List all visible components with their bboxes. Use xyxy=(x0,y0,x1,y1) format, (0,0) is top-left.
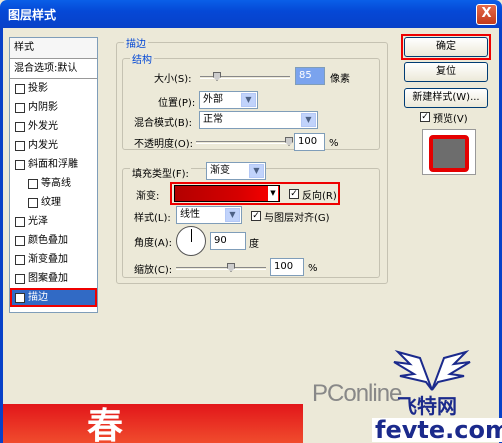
align-checkbox[interactable]: ✓ xyxy=(251,211,261,221)
style-select[interactable]: 线性 ▼ xyxy=(176,206,242,224)
preview-checkbox-row[interactable]: ✓ 预览(V) xyxy=(420,107,468,127)
opacity-label: 不透明度(O): xyxy=(134,138,194,150)
style-item-11[interactable]: ✓ 描边 xyxy=(10,288,97,307)
style-item-2[interactable]: 外发光 xyxy=(10,117,97,136)
scale-unit: % xyxy=(308,262,318,274)
angle-label: 角度(A): xyxy=(134,237,173,249)
style-preview xyxy=(422,129,476,175)
style-item-8[interactable]: 颜色叠加 xyxy=(10,231,97,250)
opacity-slider[interactable] xyxy=(196,141,290,144)
blend-mode-select[interactable]: 正常 ▼ xyxy=(199,111,318,129)
angle-needle xyxy=(191,229,192,242)
style-item-6[interactable]: 纹理 xyxy=(10,193,97,212)
close-button[interactable]: X xyxy=(476,4,497,25)
title-bar: 图层样式 X xyxy=(0,0,502,28)
window-title: 图层样式 xyxy=(8,8,57,22)
opacity-input[interactable]: 100 xyxy=(294,133,325,151)
opacity-unit: % xyxy=(329,137,339,149)
style-item-3[interactable]: 内发光 xyxy=(10,136,97,155)
gradient-highlight xyxy=(170,182,340,205)
red-banner: 春 xyxy=(3,404,303,443)
preview-checkbox[interactable]: ✓ xyxy=(420,112,430,122)
chevron-down-icon: ▼ xyxy=(225,208,240,222)
scale-slider[interactable] xyxy=(176,267,266,270)
size-input[interactable]: 85 xyxy=(295,67,325,85)
ok-highlight xyxy=(401,34,491,60)
style-item-1[interactable]: 内阴影 xyxy=(10,98,97,117)
style-item-checkbox[interactable] xyxy=(15,159,25,170)
style-item-checkbox[interactable] xyxy=(15,140,25,151)
blend-mode-label: 混合模式(B): xyxy=(134,117,193,129)
style-item-label: 内发光 xyxy=(28,140,58,151)
style-item-label: 图案叠加 xyxy=(28,273,68,284)
new-style-button[interactable]: 新建样式(W)... xyxy=(404,88,488,108)
position-select[interactable]: 外部 ▼ xyxy=(199,91,258,109)
style-item-10[interactable]: 图案叠加 xyxy=(10,269,97,288)
scale-input[interactable]: 100 xyxy=(270,258,304,276)
gradient-label: 渐变: xyxy=(136,190,160,202)
style-item-label: 纹理 xyxy=(41,197,61,208)
style-item-label: 投影 xyxy=(28,83,48,94)
style-item-5[interactable]: 等高线 xyxy=(10,174,97,193)
style-item-0[interactable]: 投影 xyxy=(10,79,97,98)
style-item-checkbox[interactable] xyxy=(15,254,25,265)
style-item-label: 等高线 xyxy=(41,178,71,189)
style-item-checkbox[interactable] xyxy=(15,216,25,227)
style-item-label: 光泽 xyxy=(28,216,48,227)
scale-label: 缩放(C): xyxy=(134,264,173,276)
chevron-down-icon: ▼ xyxy=(241,93,256,107)
feite-watermark: 飞特网 xyxy=(397,394,457,418)
stroke-group-title: 描边 xyxy=(124,35,148,50)
style-item-label: 颜色叠加 xyxy=(28,235,68,246)
blend-options-item[interactable]: 混合选项:默认 xyxy=(10,59,97,79)
style-value: 线性 xyxy=(180,209,200,220)
preview-swatch xyxy=(429,135,469,172)
style-item-label: 内阴影 xyxy=(28,102,58,113)
style-item-checkbox[interactable] xyxy=(15,121,25,132)
style-item-label: 外发光 xyxy=(28,121,58,132)
style-item-4[interactable]: 斜面和浮雕 xyxy=(10,155,97,174)
style-item-checkbox[interactable] xyxy=(15,235,25,246)
style-item-checkbox[interactable] xyxy=(15,102,25,113)
style-item-checkbox[interactable] xyxy=(28,178,38,189)
style-item-label: 斜面和浮雕 xyxy=(28,159,78,170)
url-watermark: fevte.com xyxy=(372,418,502,442)
styles-header[interactable]: 样式 xyxy=(10,38,97,59)
angle-dial[interactable] xyxy=(176,226,206,256)
fill-type-value: 渐变 xyxy=(210,165,230,176)
fill-type-label: 填充类型(F): xyxy=(130,162,191,182)
banner-character: 春 xyxy=(87,405,124,443)
blend-mode-value: 正常 xyxy=(203,114,223,125)
structure-group-title: 结构 xyxy=(130,51,154,66)
align-checkbox-row[interactable]: ✓ 与图层对齐(G) xyxy=(251,206,330,226)
preview-label: 预览(V) xyxy=(433,113,468,125)
styles-list: 样式 混合选项:默认 投影内阴影外发光内发光斜面和浮雕等高线纹理光泽颜色叠加渐变… xyxy=(9,37,98,313)
style-item-checkbox[interactable] xyxy=(28,197,38,208)
align-label: 与图层对齐(G) xyxy=(264,212,330,224)
style-item-checkbox[interactable]: ✓ xyxy=(15,292,25,303)
position-label: 位置(P): xyxy=(158,97,196,109)
size-label: 大小(S): xyxy=(154,73,192,85)
reset-button[interactable]: 复位 xyxy=(404,62,488,82)
style-item-label: 描边 xyxy=(28,292,48,303)
angle-unit: 度 xyxy=(249,238,259,250)
style-item-checkbox[interactable] xyxy=(15,273,25,284)
wings-logo xyxy=(393,350,471,391)
position-value: 外部 xyxy=(203,94,223,105)
chevron-down-icon: ▼ xyxy=(249,164,264,178)
pconline-watermark: PConline xyxy=(312,380,402,407)
style-item-label: 渐变叠加 xyxy=(28,254,68,265)
angle-input[interactable]: 90 xyxy=(210,232,246,250)
style-item-checkbox[interactable] xyxy=(15,83,25,94)
style-item-7[interactable]: 光泽 xyxy=(10,212,97,231)
style-label: 样式(L): xyxy=(134,212,171,224)
chevron-down-icon: ▼ xyxy=(301,113,316,127)
style-item-9[interactable]: 渐变叠加 xyxy=(10,250,97,269)
fill-type-select[interactable]: 渐变 ▼ xyxy=(206,162,266,180)
size-unit: 像素 xyxy=(330,73,350,85)
